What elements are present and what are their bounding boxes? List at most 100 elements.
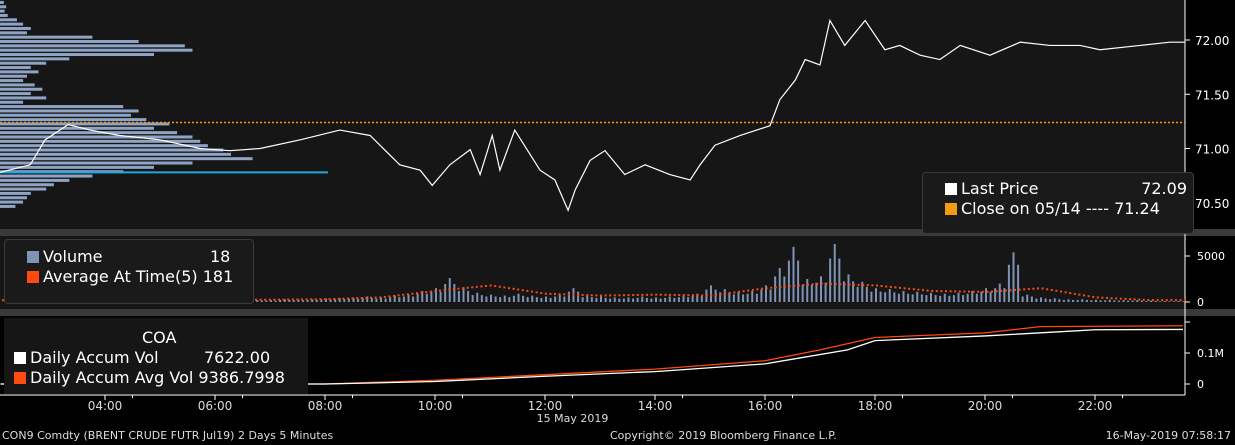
avg-at-time-dot bbox=[1165, 299, 1168, 302]
volume-bar bbox=[792, 246, 795, 302]
volume-bar bbox=[1081, 299, 1084, 302]
avg-at-time-dot bbox=[544, 292, 547, 295]
avg-at-time-dot bbox=[328, 298, 331, 301]
avg-at-time-dot bbox=[485, 284, 487, 287]
volume-value: 18 bbox=[210, 247, 231, 266]
x-tick-label: 04:00 bbox=[88, 399, 123, 413]
volume-bar bbox=[508, 297, 511, 302]
avg-at-time-dot bbox=[1170, 299, 1173, 302]
accum-title: COA bbox=[142, 328, 177, 347]
volume-bar bbox=[989, 291, 992, 302]
volume-bar bbox=[1150, 300, 1152, 302]
avg-at-time-dot bbox=[521, 289, 524, 292]
price-legend[interactable]: Last Price 72.09 Close on 05/14 ---- 71.2… bbox=[922, 172, 1194, 234]
volume-bar bbox=[1040, 297, 1042, 302]
volume-bar bbox=[774, 276, 777, 302]
avg-at-time-dot bbox=[374, 296, 377, 299]
avg-at-time-dot bbox=[397, 294, 400, 297]
avg-at-time-dot bbox=[742, 290, 745, 293]
avg-at-time-dot bbox=[466, 286, 469, 289]
avg-at-time-dot bbox=[765, 287, 768, 290]
volume-bar bbox=[1076, 299, 1079, 302]
avg-at-time-dot bbox=[636, 293, 639, 296]
bloomberg-chart: 72.00 71.50 71.00 70.50 5000 0 0.1M 0 04:00 06:00… bbox=[0, 0, 1235, 445]
volume-bar bbox=[925, 295, 928, 302]
avg-at-time-dot bbox=[439, 289, 441, 292]
accum-avg-swatch bbox=[14, 372, 26, 384]
volume-legend[interactable]: Volume 18 Average At Time(5) 181 bbox=[4, 239, 254, 304]
volume-bar bbox=[407, 294, 410, 302]
avg-swatch bbox=[27, 271, 39, 283]
footer-security: CON9 Comdty (BRENT CRUDE FUTR Jul19) 2 D… bbox=[2, 429, 334, 442]
volume-bar bbox=[824, 282, 827, 302]
volume-bar bbox=[893, 292, 896, 302]
avg-at-time-dot bbox=[977, 290, 980, 293]
volume-bar bbox=[787, 260, 790, 302]
avg-at-time-dot bbox=[1101, 296, 1104, 299]
volume-bar bbox=[751, 290, 754, 302]
volume-bar bbox=[1021, 296, 1024, 302]
avg-at-time-dot bbox=[991, 290, 993, 293]
volume-bar bbox=[439, 291, 442, 302]
volume-bar bbox=[1131, 300, 1134, 302]
volume-bar bbox=[930, 292, 932, 302]
avg-at-time-dot bbox=[531, 290, 533, 293]
volume-profile-bar bbox=[0, 66, 31, 70]
volume-profile-bar bbox=[0, 157, 253, 161]
volume-bar bbox=[879, 291, 882, 302]
avg-at-time-dot bbox=[1018, 288, 1021, 291]
avg-at-time-dot bbox=[365, 296, 368, 299]
volume-bar bbox=[526, 297, 529, 302]
avg-at-time-dot bbox=[480, 285, 483, 288]
avg-at-time-dot bbox=[1014, 288, 1016, 291]
volume-bar bbox=[425, 293, 428, 302]
volume-bar bbox=[618, 298, 621, 302]
accum-legend[interactable]: COA Daily Accum Vol 7622.00 Daily Accum A… bbox=[4, 318, 308, 394]
avg-at-time-dot bbox=[733, 291, 736, 294]
avg-at-time-dot bbox=[517, 288, 520, 291]
volume-bar bbox=[462, 287, 465, 302]
volume-bar bbox=[985, 288, 987, 302]
avg-at-time-dot bbox=[540, 291, 543, 294]
avg-at-time-dot bbox=[296, 298, 299, 301]
volume-bar bbox=[1035, 298, 1038, 302]
avg-at-time-dot bbox=[379, 296, 382, 299]
volume-profile-bar bbox=[0, 48, 193, 52]
volume-bar bbox=[897, 293, 900, 302]
avg-at-time-dot bbox=[756, 288, 759, 291]
avg-at-time-dot bbox=[724, 292, 727, 295]
volume-bar bbox=[613, 297, 616, 302]
avg-at-time-dot bbox=[554, 293, 556, 296]
volume-bar bbox=[389, 297, 392, 302]
avg-at-time-dot bbox=[719, 293, 722, 296]
accum-vol-swatch bbox=[14, 352, 26, 364]
avg-at-time-dot bbox=[728, 292, 731, 295]
panel-divider bbox=[0, 309, 1235, 316]
close-swatch bbox=[945, 203, 957, 215]
avg-at-time-dot bbox=[402, 293, 405, 296]
volume-bar bbox=[265, 300, 268, 302]
volume-bar bbox=[962, 295, 965, 302]
last-price-label: Last Price bbox=[961, 179, 1039, 198]
avg-at-time-dot bbox=[1041, 287, 1044, 290]
avg-at-time-dot bbox=[751, 288, 754, 291]
avg-at-time-dot bbox=[820, 282, 823, 285]
avg-at-time-dot bbox=[696, 294, 699, 297]
avg-at-time-dot bbox=[1069, 292, 1072, 295]
volume-profile-bar bbox=[0, 161, 193, 165]
avg-at-time-dot bbox=[912, 288, 915, 291]
avg-at-time-dot bbox=[494, 285, 497, 288]
y-tick-label: 70.50 bbox=[1195, 197, 1229, 211]
avg-at-time-dot bbox=[885, 285, 888, 288]
x-tick-label: 08:00 bbox=[308, 399, 343, 413]
volume-profile-bar bbox=[0, 31, 27, 35]
avg-at-time-dot bbox=[618, 294, 621, 297]
volume-bar bbox=[1104, 300, 1107, 302]
volume-bar bbox=[512, 295, 515, 302]
avg-at-time-dot bbox=[291, 298, 294, 301]
accum-avg-label: Daily Accum Avg Vol bbox=[30, 368, 194, 387]
avg-at-time-dot bbox=[1078, 293, 1081, 296]
last-price-swatch bbox=[945, 183, 957, 195]
volume-bar bbox=[907, 293, 910, 302]
volume-bar bbox=[260, 300, 263, 302]
